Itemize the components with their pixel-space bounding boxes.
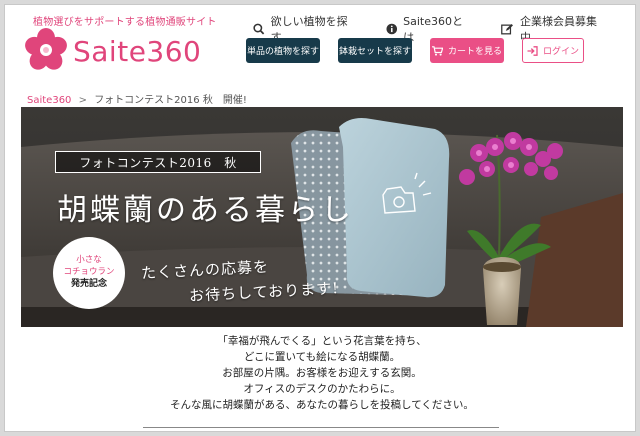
cart-button-label: カートを見る (447, 47, 502, 57)
badge-line2: コチョウラン (63, 266, 115, 277)
login-button-label: ログイン (542, 47, 579, 57)
breadcrumb-current: フォトコンテスト2016 秋 開催! (94, 95, 247, 106)
page-frame: 植物選びをサポートする植物通販サイト Saite360 欲しい植物を探す (4, 4, 636, 432)
potted-sets-button[interactable]: 鉢栽セットを探す (338, 38, 412, 63)
search-icon (253, 23, 265, 35)
site-logo[interactable]: Saite360 (23, 27, 223, 75)
edit-icon (501, 23, 514, 35)
intro-line: そんな風に胡蝶蘭がある、あなたの暮らしを投稿してください。 (170, 399, 474, 411)
intro-line: オフィスのデスクのかたわらに。 (243, 383, 401, 395)
flower-logo-icon (25, 28, 67, 70)
section-divider (143, 427, 499, 428)
badge-line3: 発売記念 (70, 279, 107, 290)
intro-line: どこに置いても絵になる胡蝶蘭。 (243, 351, 401, 363)
contest-label: フォトコンテスト2016 秋 (55, 151, 261, 173)
breadcrumb-home[interactable]: Saite360 (27, 95, 71, 106)
single-plants-button[interactable]: 単品の植物を探す (246, 38, 320, 63)
site-tagline: 植物選びをサポートする植物通販サイト (33, 17, 217, 28)
breadcrumb: Saite360 > フォトコンテスト2016 秋 開催! (27, 91, 247, 106)
intro-line: お部屋の片隅。お客様をお迎えする玄関。 (222, 367, 422, 379)
breadcrumb-separator: > (78, 95, 87, 106)
hero-banner: フォトコンテスト2016 秋 胡蝶蘭のある暮らし たくさんの応募を お待ちしてお… (21, 107, 623, 327)
info-icon (386, 23, 397, 35)
cart-button[interactable]: カートを見る (430, 38, 504, 63)
launch-badge: 小さな コチョウラン 発売記念 (53, 237, 125, 309)
login-icon (527, 45, 538, 56)
intro-line: 「幸福が飛んでくる」という花言葉を持ち、 (217, 335, 427, 347)
login-button[interactable]: ログイン (522, 38, 584, 63)
logo-text: Saite360 (73, 35, 202, 68)
hero-title: 胡蝶蘭のある暮らし (57, 193, 354, 228)
badge-line1: 小さな (76, 255, 102, 266)
cart-icon (431, 45, 443, 56)
intro-text: 「幸福が飛んでくる」という花言葉を持ち、 どこに置いても絵になる胡蝶蘭。 お部屋… (21, 333, 623, 413)
